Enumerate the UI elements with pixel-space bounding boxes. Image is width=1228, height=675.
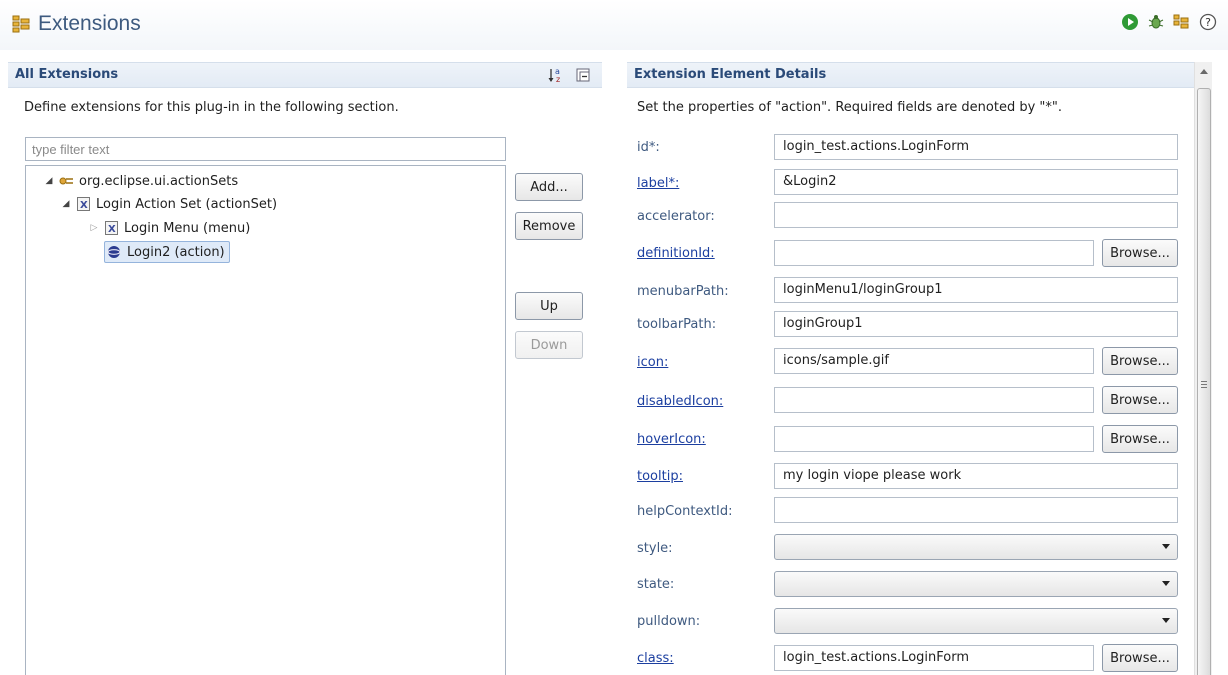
toolbarpath-label: toolbarPath: (637, 317, 717, 332)
tree-item-label: Login Action Set (actionSet) (96, 196, 278, 212)
state-select[interactable] (774, 571, 1178, 597)
editor-header: Extensions ? (0, 0, 1228, 50)
menubarpath-label: menubarPath: (637, 284, 729, 299)
tree-item-login2-action[interactable]: Login2 (action) (104, 241, 230, 263)
tree-item-label: Login2 (action) (127, 244, 225, 260)
section-title: All Extensions (15, 67, 119, 82)
dropdown-arrow-icon (1162, 618, 1170, 623)
element-details-section-header: Extension Element Details (627, 62, 1194, 88)
dropdown-arrow-icon (1162, 581, 1170, 586)
up-button[interactable]: Up (515, 292, 583, 320)
hovericon-field[interactable] (774, 426, 1094, 452)
down-button[interactable]: Down (515, 331, 583, 359)
dropdown-arrow-icon (1162, 544, 1170, 549)
icon-field[interactable]: icons/sample.gif (774, 348, 1094, 374)
tooltip-link[interactable]: tooltip: (637, 469, 683, 484)
id-label: id*: (637, 140, 660, 155)
disabledicon-browse-button[interactable]: Browse... (1102, 386, 1178, 414)
class-field[interactable]: login_test.actions.LoginForm (774, 645, 1094, 671)
tree-item-label: Login Menu (menu) (124, 220, 251, 236)
action-icon (107, 245, 121, 259)
remove-button[interactable]: Remove (515, 212, 583, 240)
svg-text:?: ? (1205, 16, 1211, 29)
definitionid-link[interactable]: definitionId: (637, 246, 715, 261)
pulldown-select[interactable] (774, 608, 1178, 634)
state-label: state: (637, 577, 675, 592)
icon-browse-button[interactable]: Browse... (1102, 347, 1178, 375)
menubarpath-field[interactable]: loginMenu1/loginGroup1 (774, 277, 1178, 303)
scrollbar-thumb[interactable] (1197, 88, 1211, 675)
helpcontextid-label: helpContextId: (637, 504, 733, 519)
hovericon-browse-button[interactable]: Browse... (1102, 425, 1178, 453)
tree-item-label: org.eclipse.ui.actionSets (79, 173, 239, 189)
pulldown-label: pulldown: (637, 614, 701, 629)
page-title-text: Extensions (38, 12, 141, 35)
helpcontextid-field[interactable] (774, 497, 1178, 523)
xml-element-icon: X (104, 221, 118, 235)
page-title: Extensions (12, 10, 141, 38)
grip-icon (1201, 381, 1207, 390)
style-select[interactable] (774, 534, 1178, 560)
all-extensions-description: Define extensions for this plug-in in th… (24, 100, 399, 115)
label-link[interactable]: label*: (637, 176, 679, 191)
tree-item-login-menu[interactable]: ▷ X Login Menu (menu) (88, 217, 251, 239)
collapsed-arrow-icon[interactable]: ▷ (88, 222, 100, 234)
sort-alphabetically-icon[interactable]: a z (548, 66, 566, 88)
section-toolbar: a z (548, 66, 592, 88)
icon-link[interactable]: icon: (637, 355, 668, 370)
definitionid-browse-button[interactable]: Browse... (1102, 239, 1178, 267)
extensions-tree[interactable]: ◢ org.eclipse.ui.actionSets ◢ X Login Ac… (25, 165, 506, 675)
definitionid-field[interactable] (774, 240, 1094, 266)
extensions-icon[interactable] (1172, 12, 1192, 32)
extension-point-icon (59, 174, 73, 188)
tree-item-action-sets[interactable]: ◢ org.eclipse.ui.actionSets (43, 170, 239, 192)
style-label: style: (637, 541, 673, 556)
accelerator-field[interactable] (774, 202, 1178, 228)
collapse-all-icon[interactable] (574, 66, 592, 88)
debug-icon[interactable] (1146, 12, 1166, 32)
element-details-description: Set the properties of "action". Required… (637, 100, 1063, 115)
svg-text:X: X (108, 224, 116, 235)
header-actions: ? (1120, 12, 1218, 32)
accelerator-label: accelerator: (637, 209, 715, 224)
label-field[interactable]: &Login2 (774, 169, 1178, 195)
scroll-up-arrow-icon[interactable] (1200, 69, 1208, 74)
class-link[interactable]: class: (637, 651, 674, 666)
run-icon[interactable] (1120, 12, 1140, 32)
tree-item-login-action-set[interactable]: ◢ X Login Action Set (actionSet) (60, 193, 278, 215)
hovericon-link[interactable]: hoverIcon: (637, 432, 706, 447)
class-browse-button[interactable]: Browse... (1102, 644, 1178, 672)
add-button[interactable]: Add... (515, 173, 583, 201)
tooltip-field[interactable]: my login viope please work (774, 463, 1178, 489)
toolbarpath-field[interactable]: loginGroup1 (774, 311, 1178, 337)
svg-text:X: X (80, 200, 88, 211)
extensions-icon (12, 14, 32, 34)
disabledicon-link[interactable]: disabledIcon: (637, 394, 723, 409)
svg-text:z: z (556, 75, 560, 84)
disabledicon-field[interactable] (774, 387, 1094, 413)
filter-input[interactable] (25, 137, 506, 161)
expanded-arrow-icon[interactable]: ◢ (60, 198, 72, 210)
all-extensions-section-header: All Extensions a z (8, 62, 602, 88)
section-title: Extension Element Details (634, 67, 827, 82)
id-field[interactable]: login_test.actions.LoginForm (774, 134, 1178, 160)
xml-element-icon: X (76, 197, 90, 211)
details-scrollbar[interactable] (1194, 62, 1212, 675)
help-icon[interactable]: ? (1198, 12, 1218, 32)
expanded-arrow-icon[interactable]: ◢ (43, 175, 55, 187)
